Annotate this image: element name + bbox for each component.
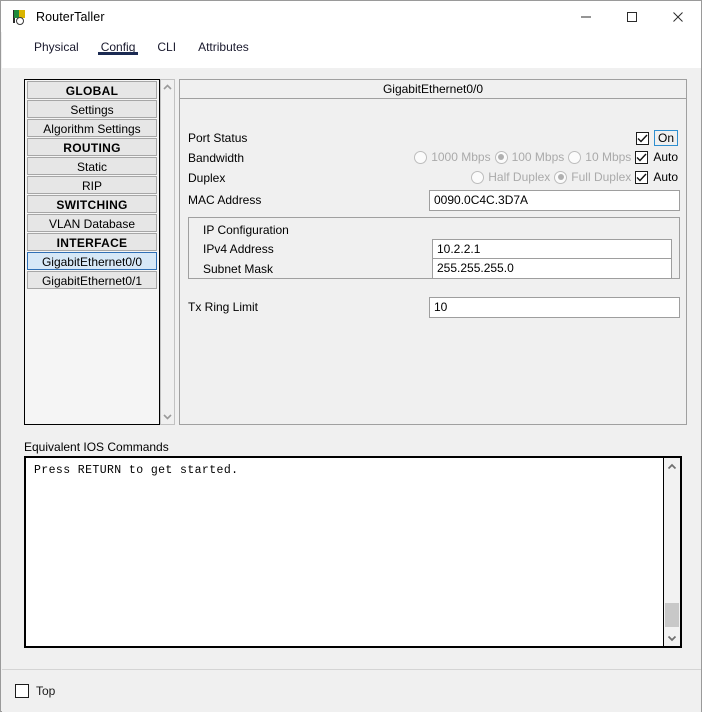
bandwidth-option-1000mbps-label: 1000 Mbps [431,150,490,164]
sidebar-header-switching: SWITCHING [27,195,157,213]
port-status-label: Port Status [188,131,247,145]
config-sidebar: GLOBAL Settings Algorithm Settings ROUTI… [24,79,160,425]
port-status-checkbox[interactable] [636,132,649,145]
duplex-auto-label: Auto [653,170,678,184]
duplex-radio-half[interactable] [471,171,484,184]
tab-underline [98,52,139,55]
checkmark-icon [636,173,647,182]
maximize-icon [626,11,638,23]
router-config-window: RouterTaller Physic [0,0,702,712]
tx-ring-limit-label: Tx Ring Limit [188,300,258,314]
tab-attributes[interactable]: Attributes [187,32,260,60]
bandwidth-radio-10mbps[interactable] [568,151,581,164]
minimize-icon [580,11,592,23]
sidebar-scrollbar[interactable] [160,79,175,425]
top-checkbox-label: Top [36,684,55,698]
duplex-label: Duplex [188,171,225,185]
sidebar-header-routing: ROUTING [27,138,157,156]
tab-underline [154,52,179,55]
window-controls [563,1,701,32]
checkmark-icon [636,153,647,162]
top-checkbox-group[interactable]: Top [15,684,55,698]
sidebar-item-gigabitethernet0-0[interactable]: GigabitEthernet0/0 [27,252,157,270]
sidebar-item-vlan-database[interactable]: VLAN Database [27,214,157,232]
top-checkbox[interactable] [15,684,29,698]
title-bar: RouterTaller [1,1,701,32]
tab-strip: Physical Config CLI Attributes [2,32,701,68]
tab-config[interactable]: Config [90,32,147,60]
chevron-up-icon [163,84,172,90]
ios-scroll-up-button[interactable] [664,458,680,474]
tab-underline [195,52,252,55]
sidebar-scroll-up-button[interactable] [161,80,174,94]
close-button[interactable] [655,1,701,32]
sidebar-item-algorithm-settings[interactable]: Algorithm Settings [27,119,157,137]
ios-commands-text: Press RETURN to get started. [34,464,238,477]
mac-address-label: MAC Address [188,193,261,207]
port-status-row: Port Status On [180,129,686,149]
ip-configuration-label: IP Configuration [203,223,289,237]
bandwidth-auto-label: Auto [653,150,678,164]
bandwidth-row: Bandwidth 1000 Mbps 100 Mbps 10 Mbps [180,149,686,169]
duplex-row: Duplex Half Duplex Full Duplex Auto [180,169,686,189]
duplex-option-half-label: Half Duplex [488,170,550,184]
tab-physical[interactable]: Physical [23,32,90,60]
bandwidth-option-100mbps-label: 100 Mbps [512,150,565,164]
panel-title: GigabitEthernet0/0 [180,80,686,99]
chevron-down-icon [163,414,172,420]
close-icon [672,11,684,23]
ip-configuration-group: IP Configuration IPv4 Address 10.2.2.1 S… [188,217,680,279]
interface-config-panel: GigabitEthernet0/0 Port Status On [179,79,687,425]
sidebar-header-interface: INTERFACE [27,233,157,251]
chevron-up-icon [667,463,677,470]
ios-commands-scrollbar[interactable] [663,458,680,646]
footer-bar: Top [2,669,701,712]
sidebar-item-static[interactable]: Static [27,157,157,175]
sidebar-header-global: GLOBAL [27,81,157,99]
checkmark-icon [637,134,648,143]
ipv4-address-label: IPv4 Address [203,242,274,256]
tab-cli[interactable]: CLI [146,32,187,60]
duplex-option-full-label: Full Duplex [571,170,631,184]
bandwidth-auto-checkbox[interactable] [635,151,648,164]
maximize-button[interactable] [609,1,655,32]
ios-commands-label: Equivalent IOS Commands [24,440,169,454]
sidebar-item-settings[interactable]: Settings [27,100,157,118]
window-title: RouterTaller [36,10,105,24]
bandwidth-label: Bandwidth [188,151,244,165]
bandwidth-radio-100mbps[interactable] [495,151,508,164]
subnet-mask-input[interactable]: 255.255.255.0 [432,258,672,279]
subnet-mask-label: Subnet Mask [203,262,273,276]
duplex-auto-checkbox[interactable] [635,171,648,184]
minimize-button[interactable] [563,1,609,32]
bandwidth-option-10mbps-label: 10 Mbps [585,150,631,164]
tab-underline [31,52,82,55]
router-app-icon [11,9,27,25]
tx-ring-limit-input[interactable]: 10 [429,297,680,318]
ipv4-address-input[interactable]: 10.2.2.1 [432,239,672,260]
content-area: GLOBAL Settings Algorithm Settings ROUTI… [2,68,701,669]
sidebar-item-rip[interactable]: RIP [27,176,157,194]
bandwidth-radio-1000mbps[interactable] [414,151,427,164]
ios-scroll-down-button[interactable] [664,630,680,646]
ios-scroll-thumb[interactable] [665,603,679,627]
duplex-radio-full[interactable] [554,171,567,184]
mac-address-input[interactable]: 0090.0C4C.3D7A [429,190,680,211]
sidebar-item-gigabitethernet0-1[interactable]: GigabitEthernet0/1 [27,271,157,289]
chevron-down-icon [667,635,677,642]
port-status-state-label: On [654,130,678,146]
sidebar-scroll-down-button[interactable] [161,410,174,424]
ios-commands-textarea[interactable]: Press RETURN to get started. [24,456,682,648]
